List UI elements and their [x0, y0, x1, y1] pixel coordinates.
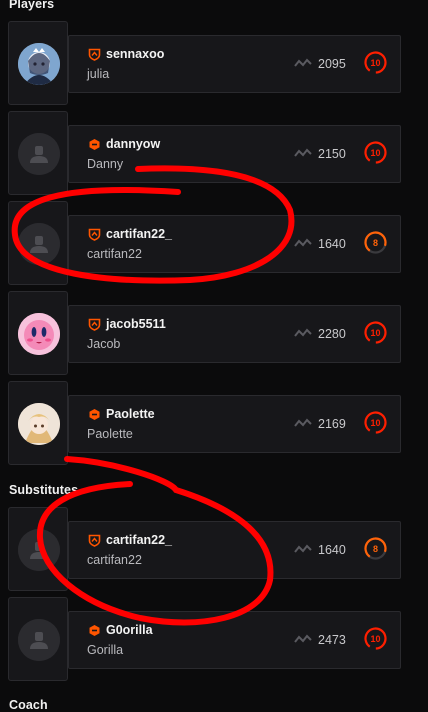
player-nickname[interactable]: Paolette [106, 407, 155, 421]
anime-avatar-icon [18, 43, 60, 85]
skill-level-badge: 8 [363, 536, 388, 561]
avatar [18, 403, 60, 445]
avatar-card[interactable] [8, 381, 68, 465]
level-number: 10 [370, 57, 381, 68]
elo-trend-icon [294, 418, 312, 427]
elo-trend-icon [294, 58, 312, 67]
level-number: 10 [370, 417, 381, 428]
player-real-name: julia [87, 67, 110, 81]
substitute-row[interactable]: G0orilla Gorilla 2473 10 [0, 597, 428, 687]
level-number: 10 [370, 633, 381, 644]
shield-icon [88, 534, 101, 547]
skill-level-badge: 10 [363, 140, 388, 165]
player-info-card[interactable]: cartifan22_ cartifan22 1640 8 [68, 521, 401, 579]
player-info-card[interactable]: Paolette Paolette 2169 10 [68, 395, 401, 453]
avatar [18, 619, 60, 661]
skill-level-badge: 10 [363, 626, 388, 651]
player-nickname[interactable]: jacob5511 [106, 317, 166, 331]
player-row[interactable]: dannyow Danny 2150 10 [0, 111, 428, 201]
avatar-card[interactable] [8, 597, 68, 681]
player-real-name: cartifan22 [87, 247, 142, 261]
player-row[interactable]: jacob5511 Jacob 2280 10 [0, 291, 428, 381]
avatar [18, 133, 60, 175]
shield-icon [88, 228, 101, 241]
player-nickname[interactable]: G0orilla [106, 623, 153, 637]
hexagon-icon [89, 138, 100, 150]
player-nickname[interactable]: cartifan22_ [106, 533, 172, 547]
level-number: 8 [372, 543, 378, 554]
avatar-card[interactable] [8, 201, 68, 285]
player-row[interactable]: Paolette Paolette 2169 10 [0, 381, 428, 471]
elo-value: 1640 [318, 543, 346, 557]
player-info-card[interactable]: dannyow Danny 2150 10 [68, 125, 401, 183]
player-info-card[interactable]: cartifan22_ cartifan22 1640 8 [68, 215, 401, 273]
default-user-icon [18, 529, 60, 571]
skill-level-badge: 10 [363, 50, 388, 75]
player-nickname[interactable]: cartifan22_ [106, 227, 172, 241]
avatar-card[interactable] [8, 21, 68, 105]
skill-level-badge: 10 [363, 320, 388, 345]
elo-trend-icon [294, 544, 312, 553]
elo-value: 1640 [318, 237, 346, 251]
elo-value: 2473 [318, 633, 346, 647]
elo-value: 2095 [318, 57, 346, 71]
avatar-card[interactable] [8, 291, 68, 375]
section-title-players: Players [9, 0, 55, 11]
pink-avatar-icon [18, 313, 60, 355]
elo-trend-icon [294, 238, 312, 247]
player-nickname[interactable]: sennaxoo [106, 47, 164, 61]
player-row[interactable]: cartifan22_ cartifan22 1640 8 [0, 201, 428, 291]
anime-avatar-icon [18, 403, 60, 445]
avatar [18, 223, 60, 265]
player-nickname[interactable]: dannyow [106, 137, 160, 151]
player-real-name: cartifan22 [87, 553, 142, 567]
default-user-icon [18, 223, 60, 265]
level-number: 10 [370, 327, 381, 338]
elo-value: 2150 [318, 147, 346, 161]
player-info-card[interactable]: G0orilla Gorilla 2473 10 [68, 611, 401, 669]
player-info-card[interactable]: jacob5511 Jacob 2280 10 [68, 305, 401, 363]
elo-value: 2280 [318, 327, 346, 341]
level-number: 8 [372, 237, 378, 248]
elo-value: 2169 [318, 417, 346, 431]
avatar [18, 313, 60, 355]
player-real-name: Jacob [87, 337, 121, 351]
substitute-row[interactable]: cartifan22_ cartifan22 1640 8 [0, 507, 428, 597]
level-number: 10 [370, 147, 381, 158]
player-real-name: Danny [87, 157, 124, 171]
player-info-card[interactable]: sennaxoo julia 2095 10 [68, 35, 401, 93]
hexagon-icon [89, 408, 100, 420]
section-title-substitutes: Substitutes [9, 483, 79, 497]
default-user-icon [18, 133, 60, 175]
elo-trend-icon [294, 634, 312, 643]
avatar-card[interactable] [8, 111, 68, 195]
avatar [18, 43, 60, 85]
avatar-card[interactable] [8, 507, 68, 591]
hexagon-icon [89, 624, 100, 636]
default-user-icon [18, 619, 60, 661]
section-title-coach: Coach [9, 698, 48, 712]
skill-level-badge: 10 [363, 410, 388, 435]
avatar [18, 529, 60, 571]
skill-level-badge: 8 [363, 230, 388, 255]
player-row[interactable]: sennaxoo julia 2095 10 [0, 21, 428, 111]
player-real-name: Paolette [87, 427, 133, 441]
player-real-name: Gorilla [87, 643, 124, 657]
elo-trend-icon [294, 148, 312, 157]
shield-icon [88, 318, 101, 331]
shield-icon [88, 48, 101, 61]
elo-trend-icon [294, 328, 312, 337]
